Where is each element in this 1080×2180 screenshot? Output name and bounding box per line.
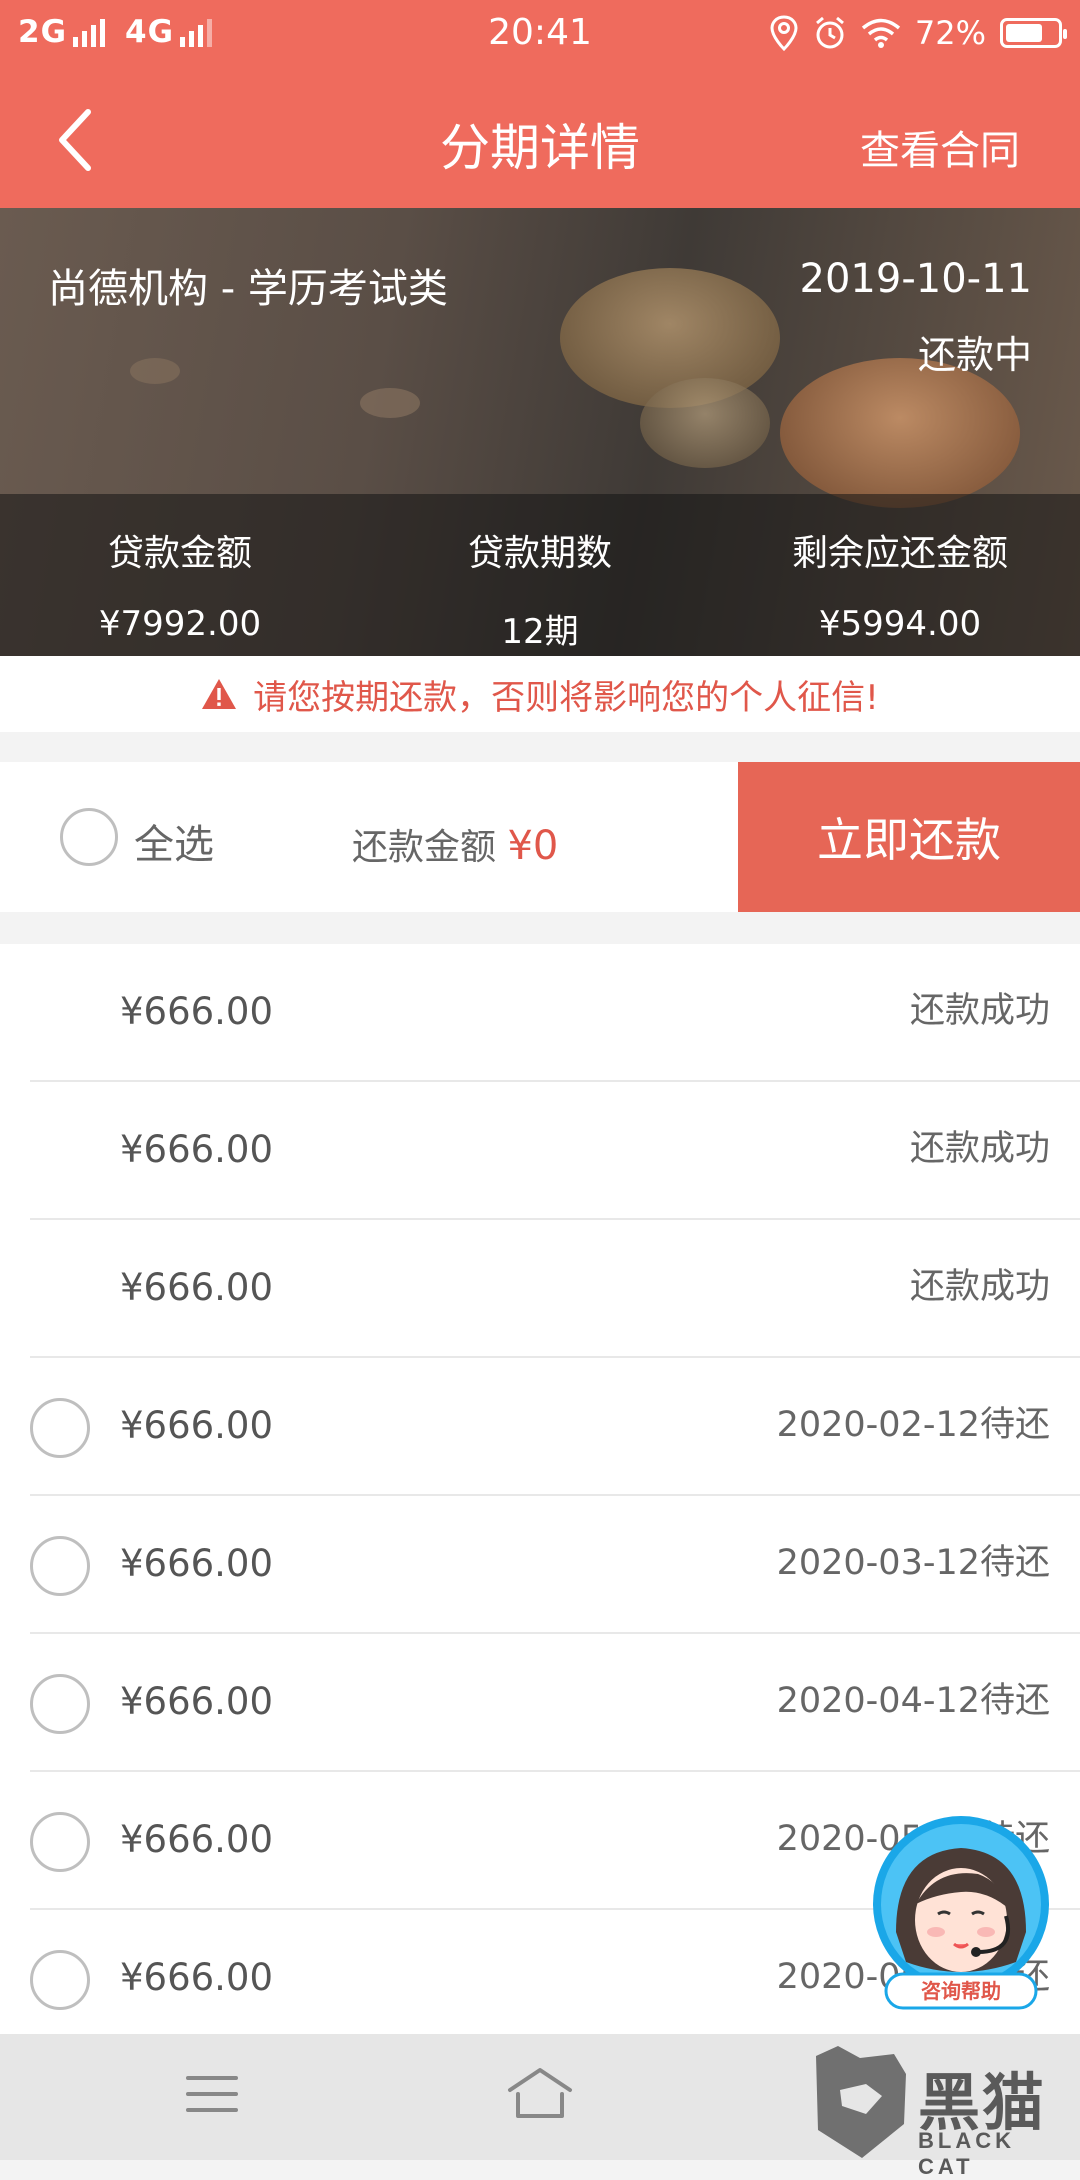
stat-value: ¥7992.00 [98,604,262,644]
installment-status: 还款成功 [909,991,1050,1031]
coin-image [640,378,770,468]
installment-amount: ¥666.00 [120,1266,274,1309]
help-label: 咨询帮助 [921,1979,1001,2003]
stat-loan-term: 贷款期数 12期 [360,494,720,656]
loan-date: 2019-10-11 [799,256,1032,302]
menu-button[interactable] [182,2064,242,2128]
status-bar: 2G 4G 20:41 72% [0,0,1080,72]
loan-status: 还款中 [917,333,1032,377]
installment-row: ¥666.00 还款成功 [0,944,1080,1082]
view-contract-link[interactable]: 查看合同 [860,118,1020,176]
loan-summary-card: 尚德机构 - 学历考试类 2019-10-11 还款中 贷款金额 ¥7992.0… [0,208,1080,656]
installment-amount: ¥666.00 [120,1680,274,1723]
stat-value: ¥5994.00 [818,604,982,644]
installment-row[interactable]: ¥666.00 2020-02-12待还 [0,1358,1080,1496]
installment-checkbox[interactable] [30,1536,90,1596]
warning-icon [202,679,237,709]
installment-row: ¥666.00 还款成功 [0,1220,1080,1358]
installment-status: 还款成功 [909,1129,1050,1169]
installment-row[interactable]: ¥666.00 2020-04-12待还 [0,1634,1080,1772]
installment-amount: ¥666.00 [120,1404,274,1447]
repayment-amount-value: ¥0 [507,823,559,869]
stat-label: 贷款期数 [467,533,612,574]
installment-status: 还款成功 [909,1267,1050,1307]
stat-label: 剩余应还金额 [791,533,1008,574]
home-icon [508,2068,572,2118]
installment-row[interactable]: ¥666.00 2020-03-12待还 [0,1496,1080,1634]
coin-image [360,388,420,418]
battery-level [1006,24,1042,42]
installment-status: 2020-04-12待还 [776,1681,1050,1721]
help-consult-button[interactable]: 咨询帮助 [866,1812,1056,2012]
repayment-amount: 还款金额 ¥0 [352,818,558,870]
location-icon [770,15,798,51]
installment-row: ¥666.00 还款成功 [0,1082,1080,1220]
pay-now-button[interactable]: 立即还款 [738,762,1080,912]
installment-status: 2020-03-12待还 [776,1543,1050,1583]
alarm-icon [815,16,844,49]
warning-text: 请您按期还款，否则将影响您的个人征信! [253,677,879,718]
home-button[interactable] [504,2064,576,2128]
coin-image [780,358,1020,508]
select-all-label[interactable]: 全选 [134,812,214,870]
installment-amount: ¥666.00 [120,1818,274,1861]
repayment-amount-label: 还款金额 [352,827,497,868]
watermark-subtext: BLACK CAT [918,2128,1015,2179]
status-icons: 72% [769,14,1067,52]
installment-checkbox[interactable] [30,1950,90,2010]
stat-loan-amount: 贷款金额 ¥7992.00 [0,494,360,656]
nav-bar: 分期详情 查看合同 [0,72,1080,208]
stat-label: 贷款金额 [107,533,252,574]
battery-percent: 72% [914,14,986,52]
installment-checkbox[interactable] [30,1812,90,1872]
credit-warning: 请您按期还款，否则将影响您的个人征信! [0,656,1080,732]
stat-remaining-amount: 剩余应还金额 ¥5994.00 [720,494,1080,656]
wifi-icon [861,18,900,48]
institution-name: 尚德机构 - 学历考试类 [48,266,448,312]
coin-image [130,358,180,384]
installment-amount: ¥666.00 [120,990,274,1033]
installment-checkbox[interactable] [30,1674,90,1734]
stat-value: 12期 [501,612,579,652]
installment-checkbox[interactable] [30,1398,90,1458]
installment-amount: ¥666.00 [120,1128,274,1171]
battery-icon [1000,18,1067,48]
loan-stats: 贷款金额 ¥7992.00 贷款期数 12期 剩余应还金额 ¥5994.00 [0,494,1080,656]
installment-status: 2020-02-12待还 [776,1405,1050,1445]
installment-amount: ¥666.00 [120,1956,274,1999]
select-all-checkbox[interactable] [60,808,118,866]
repayment-action-bar: 全选 还款金额 ¥0 立即还款 [0,762,1080,912]
installment-amount: ¥666.00 [120,1542,274,1585]
menu-icon [186,2076,238,2112]
